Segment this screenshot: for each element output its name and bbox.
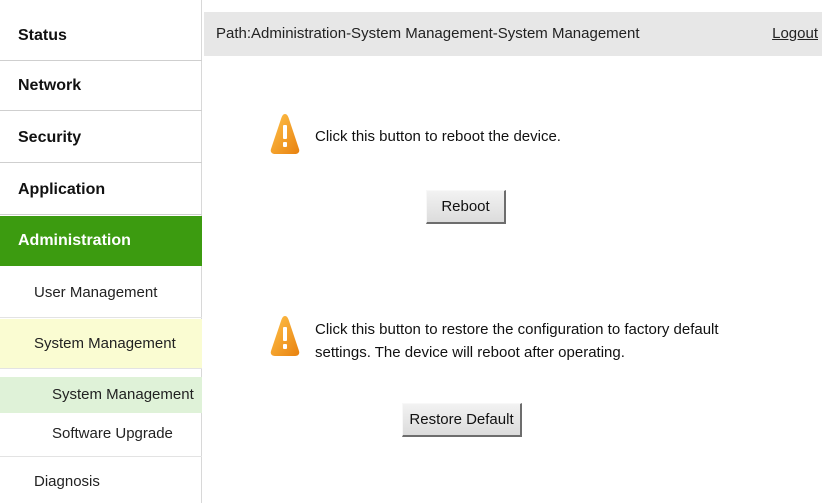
nav-system-management[interactable]: System Management xyxy=(0,319,202,369)
nav-user-management-label: User Management xyxy=(34,284,158,301)
nav-diagnosis[interactable]: Diagnosis xyxy=(0,456,202,503)
nav-system-management-page[interactable]: System Management xyxy=(0,377,202,413)
nav-application-label: Application xyxy=(18,181,106,198)
nav-network-label: Network xyxy=(18,77,82,94)
warning-icon xyxy=(270,316,300,356)
nav-status[interactable]: Status xyxy=(0,11,202,61)
nav-software-upgrade-label: Software Upgrade xyxy=(52,425,173,442)
logout-link[interactable]: Logout xyxy=(772,12,818,56)
reboot-button[interactable]: Reboot xyxy=(426,190,506,224)
nav-system-management-label: System Management xyxy=(34,335,176,352)
nav-administration-label: Administration xyxy=(18,232,131,249)
restore-default-button[interactable]: Restore Default xyxy=(402,403,522,437)
nav-application[interactable]: Application xyxy=(0,165,202,215)
nav-diagnosis-label: Diagnosis xyxy=(34,473,100,490)
nav-security[interactable]: Security xyxy=(0,113,202,163)
path-bar: Path:Administration-System Management-Sy… xyxy=(204,12,822,56)
warning-icon xyxy=(270,114,300,154)
nav-network[interactable]: Network xyxy=(0,61,202,111)
restore-message-line2: settings. The device will reboot after o… xyxy=(315,344,625,361)
app-window: Status Network Security Application Admi… xyxy=(0,0,822,503)
nav-status-label: Status xyxy=(18,27,67,44)
nav-administration[interactable]: Administration xyxy=(0,216,202,266)
breadcrumb: Path:Administration-System Management-Sy… xyxy=(216,25,640,42)
reboot-message: Click this button to reboot the device. xyxy=(315,128,561,145)
nav-software-upgrade[interactable]: Software Upgrade xyxy=(0,416,202,452)
nav-security-label: Security xyxy=(18,129,82,146)
nav-user-management[interactable]: User Management xyxy=(0,268,202,318)
restore-message-line1: Click this button to restore the configu… xyxy=(315,321,719,338)
nav-system-management-page-label: System Management xyxy=(52,386,194,403)
sidebar: Status Network Security Application Admi… xyxy=(0,0,202,503)
